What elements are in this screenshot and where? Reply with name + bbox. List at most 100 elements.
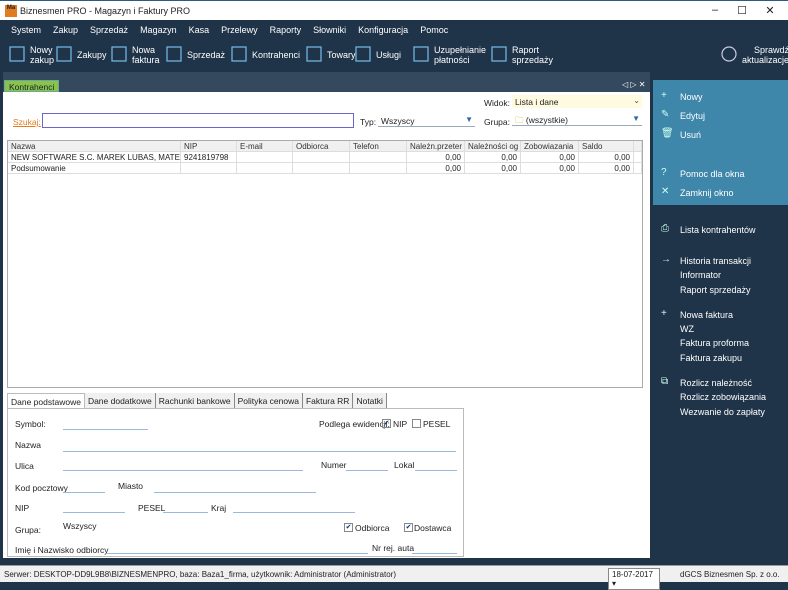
toolbar-label: Sprzedaż [187,50,225,60]
toolbar-button-8[interactable]: Raport sprzedaży [490,44,553,66]
ulica-input[interactable] [63,470,303,471]
column-header[interactable]: Nazwa [8,141,181,152]
column-header[interactable]: Odbiorca [293,141,350,152]
menu-5[interactable]: Przelewy [215,20,264,39]
action-zamknij-okno[interactable]: Zamknij okno [680,188,734,198]
table-cell: NEW SOFTWARE S.C. MAREK LUBAS, MATEUS [8,152,181,163]
table-row[interactable]: NEW SOFTWARE S.C. MAREK LUBAS, MATEUS 924… [8,152,642,163]
minimize-button[interactable]: – [705,4,725,16]
label-line1: Towary [327,50,356,60]
toolbar-button-6[interactable]: Usługi [354,44,401,66]
lokal-input[interactable] [415,470,457,471]
column-header[interactable]: NIP [181,141,237,152]
menu-0[interactable]: System [5,20,47,39]
numer-input[interactable] [346,470,388,471]
form-tab-2[interactable]: Rachunki bankowe [155,393,235,409]
pesel-input[interactable] [163,512,208,513]
menu-6[interactable]: Raporty [264,20,308,39]
action-item[interactable]: Rozlicz zobowiązania [680,392,766,402]
label-grupa_value: Wszyscy [63,521,97,531]
symbol-input[interactable] [63,429,148,430]
action-pomoc-dla-okna[interactable]: Pomoc dla okna [680,169,745,179]
grupa-select[interactable]: 🗀 (wszystkie) ▼ [512,113,642,126]
action-item[interactable]: Wezwanie do zapłaty [680,407,765,417]
search-label[interactable]: Szukaj: [13,117,41,127]
dostawca-checkbox[interactable]: ✔ [404,523,413,532]
menu-9[interactable]: Pomoc [414,20,454,39]
toolbar-button-4[interactable]: Kontrahenci [230,44,300,66]
date-picker[interactable]: 18-07-2017 ▾ [608,568,660,590]
arrow-right-icon: → [661,254,671,265]
action-item[interactable]: Nowa faktura [680,310,733,320]
table-row[interactable]: Podsumowanie 0,00 0,00 0,00 0,00 [8,163,642,174]
widok-select[interactable]: Lista i dane ⌄ [512,95,642,108]
status-bar: Serwer: DESKTOP-DD9L9B8\BIZNESMENPRO, ba… [0,565,788,590]
toolbar-label: Towary [327,50,356,60]
tab-controls[interactable]: ◁ ▷ ✕ [622,80,645,89]
column-header[interactable]: Należn.przeter [407,141,465,152]
action-item[interactable]: WZ [680,324,694,334]
menu-7[interactable]: Słowniki [307,20,352,39]
menu-3[interactable]: Magazyn [134,20,183,39]
action-item[interactable]: Rozlicz należność [680,378,752,388]
toolbar-button-7[interactable]: Uzupełnianie płatności [412,44,486,66]
form-tab-0[interactable]: Dane podstawowe [7,393,85,409]
toolbar-label: Usługi [376,50,401,60]
user-icon [230,44,248,66]
toolbar-label: Kontrahenci [252,50,300,60]
menu-4[interactable]: Kasa [183,20,216,39]
action-nowy[interactable]: Nowy [680,92,703,102]
maximize-button[interactable]: ☐ [732,4,752,17]
column-header[interactable]: Zobowiazania [521,141,579,152]
action-item[interactable]: Faktura proforma [680,338,749,348]
action-item[interactable]: Informator [680,270,721,280]
tab-kontrahenci[interactable]: Kontrahenci [4,80,60,92]
action-usuń[interactable]: Usuń [680,130,701,140]
column-header[interactable]: Saldo [579,141,634,152]
action-item[interactable]: Raport sprzedaży [680,285,751,295]
search-input[interactable] [42,113,354,128]
toolbar-button-0[interactable]: Nowy zakup [8,44,54,66]
label-line1: Sprawdź [754,45,788,55]
menu-1[interactable]: Zakup [47,20,84,39]
form-tab-3[interactable]: Polityka cenowa [234,393,303,409]
odbiorca-checkbox[interactable]: ✔ [344,523,353,532]
form-tab-1[interactable]: Dane dodatkowe [84,393,156,409]
label-symbol: Symbol: [15,419,46,429]
imie-input[interactable] [106,553,368,554]
typ-value: Wszyscy [381,116,415,126]
action-edytuj[interactable]: Edytuj [680,111,705,121]
miasto-input[interactable] [154,492,316,493]
typ-select[interactable]: Wszyscy ▼ [378,114,475,127]
column-header[interactable]: E-mail [237,141,293,152]
kod-input[interactable] [63,492,105,493]
label-line2: faktura [132,55,160,65]
check-updates-button[interactable]: Sprawdź aktualizacje [720,44,788,66]
pesel-checkbox[interactable] [412,419,421,428]
toolbar-button-1[interactable]: Zakupy [55,44,107,66]
nip-checkbox[interactable]: ✔ [382,419,391,428]
column-header[interactable]: Telefon [350,141,407,152]
nazwa-input[interactable] [63,451,456,452]
action-item[interactable]: Historia transakcji [680,256,751,266]
toolbar-button-5[interactable]: Towary [305,44,356,66]
column-header[interactable]: Należności og [465,141,521,152]
toolbar-label: Raport sprzedaży [512,45,553,65]
bag-icon [305,44,323,66]
form-tab-4[interactable]: Faktura RR [302,393,354,409]
toolbar-button-3[interactable]: Sprzedaż [165,44,225,66]
nip-input[interactable] [63,512,125,513]
form-tab-5[interactable]: Notatki [353,393,387,409]
toolbar: Nowy zakup Zakupy Nowa faktura Sprzedaż Kontra… [0,40,788,72]
kraj-input[interactable] [233,512,355,513]
action-item[interactable]: Lista kontrahentów [680,225,756,235]
form-tabs: Dane podstawowe Dane dodatkowe Rachunki ba… [7,393,387,409]
toolbar-button-2[interactable]: Nowa faktura [110,44,160,66]
menu-8[interactable]: Konfiguracja [352,20,414,39]
nrrej-input[interactable] [412,553,457,554]
title-bar: Ma Biznesmen PRO - Magazyn i Faktury PRO… [0,0,788,20]
close-window-button[interactable]: ✕ [760,4,780,17]
label-line1: Uzupełnianie [434,45,487,55]
action-item[interactable]: Faktura zakupu [680,353,742,363]
menu-2[interactable]: Sprzedaż [84,20,134,39]
